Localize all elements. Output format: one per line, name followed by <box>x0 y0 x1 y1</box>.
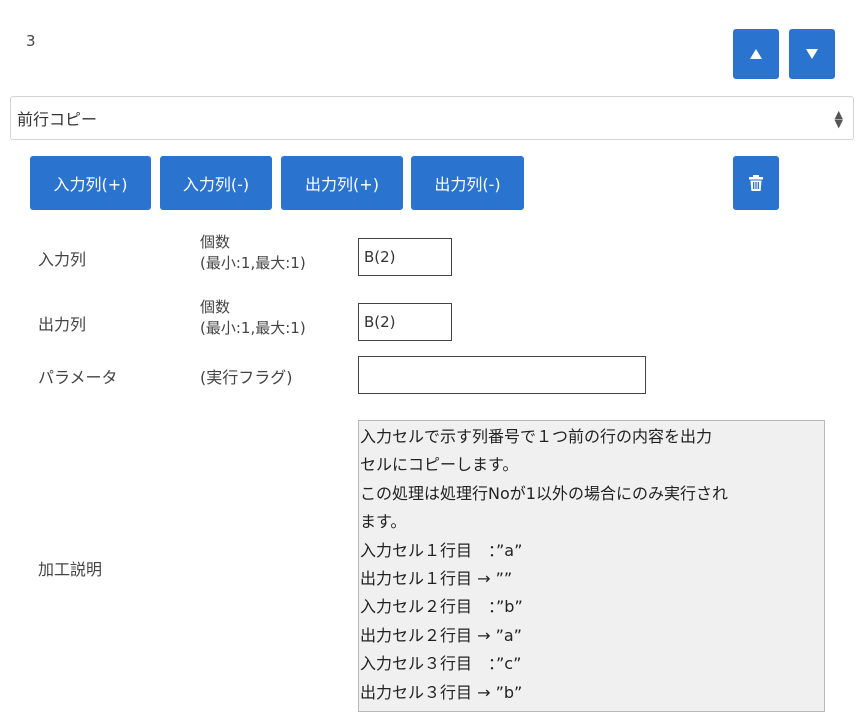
delete-button[interactable] <box>733 156 779 210</box>
description-textarea[interactable]: 入力セルで示す列番号で１つ前の行の内容を出力 セルにコピーします。 この処理は処… <box>358 420 825 712</box>
description-line: 出力セル１行目 → ”” <box>360 569 513 589</box>
description-label: 加工説明 <box>38 560 103 579</box>
parameter-label: パラメータ <box>38 368 118 387</box>
process-type-value: 前行コピー <box>17 110 98 129</box>
select-caret-icon: ▲ ▼ <box>834 108 843 130</box>
triangle-up-icon <box>750 49 762 59</box>
description-line: 入力セルで示す列番号で１つ前の行の内容を出力 <box>360 427 713 446</box>
trash-icon <box>749 175 763 191</box>
move-down-button[interactable] <box>789 29 835 79</box>
add-input-column-button[interactable]: 入力列(+) <box>30 156 151 210</box>
add-output-column-button[interactable]: 出力列(+) <box>281 156 403 210</box>
description-line: 出力セル２行目 → ”a” <box>360 625 522 645</box>
input-column-label: 入力列 <box>38 250 87 269</box>
description-line: セルにコピーします。 <box>360 455 519 475</box>
description-line: ます。 <box>360 512 407 532</box>
output-column-count-label: 個数 (最小:1,最大:1) <box>200 298 306 337</box>
input-column-field[interactable] <box>358 238 452 276</box>
input-column-count-label: 個数 (最小:1,最大:1) <box>200 233 306 272</box>
output-column-field[interactable] <box>358 303 452 341</box>
description-line: 入力セル３行目 ：”c” <box>360 654 522 674</box>
description-line: 入力セル２行目 ：”b” <box>360 597 523 617</box>
remove-input-column-button[interactable]: 入力列(-) <box>160 156 272 210</box>
parameter-sub-label: (実行フラグ) <box>200 368 293 387</box>
step-number: 3 <box>26 32 36 50</box>
triangle-down-icon <box>806 49 818 59</box>
move-up-button[interactable] <box>733 29 779 79</box>
description-line: 入力セル１行目 ：”a” <box>360 540 523 560</box>
description-line: 出力セル３行目 → ”b” <box>360 682 523 702</box>
output-column-label: 出力列 <box>38 315 87 334</box>
process-type-select[interactable]: 前行コピー ▲ ▼ <box>10 96 854 140</box>
description-line: この処理は処理行Noが1以外の場合にのみ実行され <box>360 483 728 503</box>
parameter-field[interactable] <box>358 356 646 394</box>
remove-output-column-button[interactable]: 出力列(-) <box>411 156 524 210</box>
